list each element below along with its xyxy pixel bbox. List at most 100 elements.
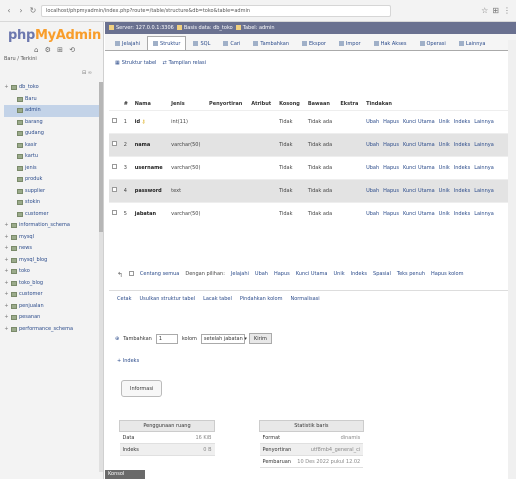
action-lainnya[interactable]: Lainnya bbox=[474, 165, 494, 171]
extensions-icon[interactable]: ⊞ bbox=[492, 6, 499, 15]
expand-icon[interactable]: + bbox=[4, 220, 9, 232]
bulk-action-spasial[interactable]: Spasial bbox=[373, 271, 391, 279]
tab-hak-akses[interactable]: Hak Akses bbox=[368, 36, 413, 50]
tree-item-supplier[interactable]: supplier bbox=[4, 186, 100, 198]
tree-item-produk[interactable]: produk bbox=[4, 174, 100, 186]
table-structure-button[interactable]: ▦ Struktur tabel bbox=[115, 60, 156, 66]
action-indeks[interactable]: Indeks bbox=[454, 211, 470, 217]
expand-icon[interactable]: + bbox=[4, 301, 9, 313]
tab-tambahkan[interactable]: Tambahkan bbox=[247, 36, 295, 50]
bulk-action-teks-penuh[interactable]: Teks penuh bbox=[397, 271, 425, 279]
action-kunci-utama[interactable]: Kunci Utama bbox=[403, 211, 435, 217]
collapse-all-icon[interactable]: ⊟ ∞ bbox=[82, 70, 92, 76]
action-ubah[interactable]: Ubah bbox=[366, 142, 379, 148]
tree-item-performance-schema[interactable]: + performance_schema bbox=[4, 324, 100, 336]
tree-item-customer[interactable]: customer bbox=[4, 209, 100, 221]
action-lainnya[interactable]: Lainnya bbox=[474, 211, 494, 217]
action-lainnya[interactable]: Lainnya bbox=[474, 188, 494, 194]
breadcrumb-item[interactable]: Tabel: admin bbox=[235, 22, 275, 34]
action-kunci-utama[interactable]: Kunci Utama bbox=[403, 165, 435, 171]
action-ubah[interactable]: Ubah bbox=[366, 165, 379, 171]
row-checkbox[interactable] bbox=[112, 164, 117, 169]
row-checkbox[interactable] bbox=[112, 187, 117, 192]
tab-cari[interactable]: Cari bbox=[217, 36, 246, 50]
column-header[interactable]: Jenis bbox=[168, 98, 206, 110]
check-all-label[interactable]: Centang semua bbox=[140, 271, 179, 279]
action-hapus[interactable]: Hapus bbox=[383, 211, 399, 217]
tool-link[interactable]: Cetak bbox=[117, 296, 132, 302]
tool-link[interactable]: Usulkan struktur tabel bbox=[140, 296, 196, 302]
relation-view-button[interactable]: ⇄ Tampilan relasi bbox=[162, 60, 206, 66]
column-header[interactable]: Nama bbox=[132, 98, 168, 110]
action-unik[interactable]: Unik bbox=[439, 142, 450, 148]
tree-item-mysql-blog[interactable]: + mysql_blog bbox=[4, 255, 100, 267]
action-ubah[interactable]: Ubah bbox=[366, 188, 379, 194]
information-button[interactable]: Informasi bbox=[121, 380, 163, 397]
tree-item-pesanan[interactable]: + pesanan bbox=[4, 312, 100, 324]
console-tab[interactable]: Konsol bbox=[105, 470, 145, 479]
main-scrollbar[interactable] bbox=[508, 40, 516, 479]
action-ubah[interactable]: Ubah bbox=[366, 119, 379, 125]
action-hapus[interactable]: Hapus bbox=[383, 119, 399, 125]
column-header[interactable]: Kosong bbox=[276, 98, 305, 110]
tree-item-barang[interactable]: barang bbox=[4, 117, 100, 129]
tab-operasi[interactable]: Operasi bbox=[414, 36, 452, 50]
action-hapus[interactable]: Hapus bbox=[383, 142, 399, 148]
tool-link[interactable]: Lacak tabel bbox=[203, 296, 232, 302]
action-indeks[interactable]: Indeks bbox=[454, 119, 470, 125]
menu-icon[interactable]: ⋮ bbox=[503, 6, 511, 15]
breadcrumb-item[interactable]: Server: 127.0.0.1:3306 bbox=[109, 22, 174, 34]
action-ubah[interactable]: Ubah bbox=[366, 211, 379, 217]
action-unik[interactable]: Unik bbox=[439, 211, 450, 217]
tool-link[interactable]: Pindahkan kolom bbox=[240, 296, 283, 302]
tree-item-toko-blog[interactable]: + toko_blog bbox=[4, 278, 100, 290]
reload-icon[interactable]: ↻ bbox=[29, 6, 37, 15]
bulk-action-kunci-utama[interactable]: Kunci Utama bbox=[296, 271, 328, 279]
expand-icon[interactable]: + bbox=[4, 243, 9, 255]
action-hapus[interactable]: Hapus bbox=[383, 165, 399, 171]
tree-item-gudang[interactable]: gudang bbox=[4, 128, 100, 140]
bulk-action-hapus[interactable]: Hapus bbox=[274, 271, 290, 279]
expand-icon[interactable]: + bbox=[4, 232, 9, 244]
row-checkbox[interactable] bbox=[112, 118, 117, 123]
check-all-checkbox[interactable] bbox=[128, 271, 134, 276]
recent-tables-label[interactable]: Baru / Terkini bbox=[4, 56, 37, 62]
action-kunci-utama[interactable]: Kunci Utama bbox=[403, 119, 435, 125]
home-icon[interactable]: ⌂ ⚙ ⊞ ⟲ bbox=[34, 46, 77, 54]
sidebar-scrollbar[interactable] bbox=[99, 82, 103, 472]
expand-icon[interactable]: + bbox=[4, 255, 9, 267]
action-indeks[interactable]: Indeks bbox=[454, 165, 470, 171]
tree-item-db-toko[interactable]: + db_toko bbox=[4, 82, 100, 94]
column-header[interactable]: Atribut bbox=[248, 98, 276, 110]
column-count-input[interactable]: 1 bbox=[155, 333, 178, 344]
expand-icon[interactable]: + bbox=[4, 324, 9, 336]
column-header[interactable]: Tindakan bbox=[363, 98, 511, 110]
column-header[interactable]: Penyortiran bbox=[206, 98, 248, 110]
tree-item-mysql[interactable]: + mysql bbox=[4, 232, 100, 244]
column-position-select[interactable]: setelah jabatan ▾ bbox=[200, 333, 247, 344]
tab-jelajahi[interactable]: Jelajahi bbox=[109, 36, 146, 50]
bulk-action-ubah[interactable]: Ubah bbox=[255, 271, 268, 279]
arrow-right-icon[interactable]: › bbox=[17, 6, 25, 15]
expand-icon[interactable]: + bbox=[4, 278, 9, 290]
tab-struktur[interactable]: Struktur bbox=[147, 36, 187, 50]
indexes-link[interactable]: + Indeks bbox=[117, 358, 139, 364]
tab-ekspor[interactable]: Ekspor bbox=[296, 36, 332, 50]
tree-item-kartu[interactable]: kartu bbox=[4, 151, 100, 163]
action-indeks[interactable]: Indeks bbox=[454, 188, 470, 194]
expand-icon[interactable]: + bbox=[4, 266, 9, 278]
expand-icon[interactable]: + bbox=[4, 312, 9, 324]
bulk-action-unik[interactable]: Unik bbox=[333, 271, 344, 279]
row-checkbox[interactable] bbox=[112, 210, 117, 216]
arrow-left-icon[interactable]: ‹ bbox=[5, 6, 13, 15]
phpmyadmin-logo[interactable]: phpMyAdmin bbox=[8, 28, 101, 43]
tree-item-information-schema[interactable]: + information_schema bbox=[4, 220, 100, 232]
action-unik[interactable]: Unik bbox=[439, 165, 450, 171]
action-hapus[interactable]: Hapus bbox=[383, 188, 399, 194]
bulk-action-indeks[interactable]: Indeks bbox=[351, 271, 367, 279]
tab-lainnya[interactable]: Lainnya bbox=[453, 36, 492, 50]
action-lainnya[interactable]: Lainnya bbox=[474, 119, 494, 125]
bulk-action-hapus-kolom[interactable]: Hapus kolom bbox=[431, 271, 463, 279]
action-lainnya[interactable]: Lainnya bbox=[474, 142, 494, 148]
row-checkbox[interactable] bbox=[112, 141, 117, 146]
